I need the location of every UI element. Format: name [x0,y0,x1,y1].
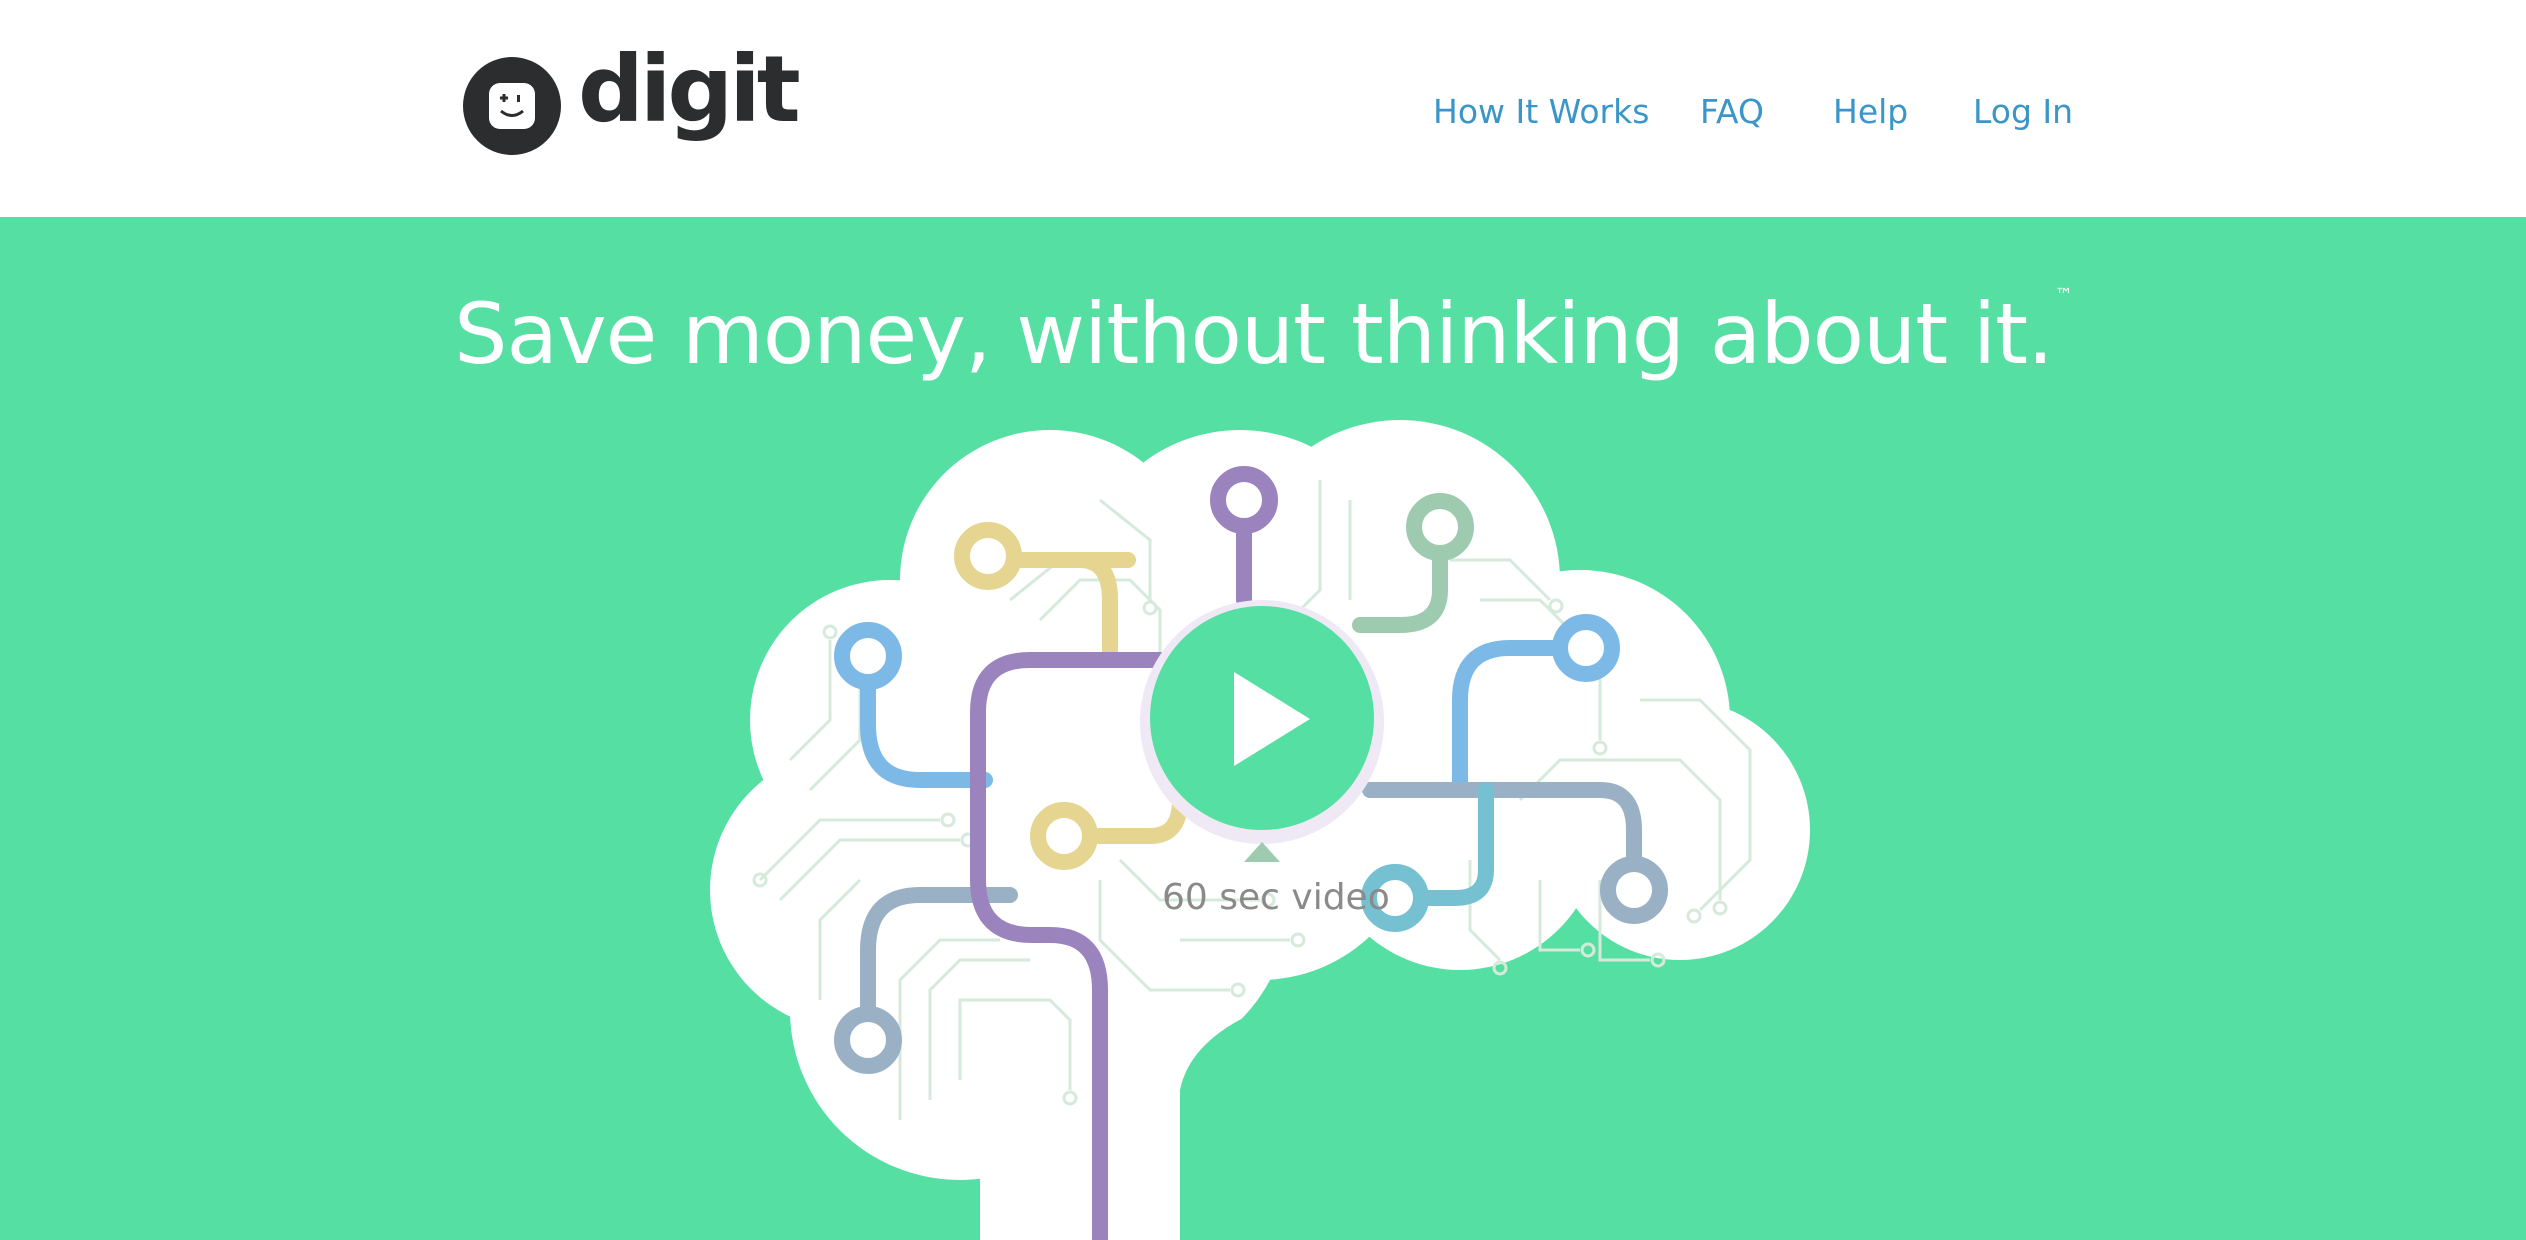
circuit-brain-illustration [710,420,1810,1240]
video-duration-label[interactable]: 60 sec video [1162,877,1390,918]
logo-face [489,83,535,129]
nav-log-in[interactable]: Log In [1973,92,2073,131]
logo-wordmark[interactable]: digit [578,44,801,136]
digit-logo-icon[interactable] [463,57,561,155]
nav-help[interactable]: Help [1833,92,1908,131]
hero-section: Save money, without thinking about it.™ [0,217,2526,1240]
site-header: digit How It Works FAQ Help Log In [0,0,2526,217]
nav-how-it-works[interactable]: How It Works [1433,92,1649,131]
nav-faq[interactable]: FAQ [1700,92,1764,131]
